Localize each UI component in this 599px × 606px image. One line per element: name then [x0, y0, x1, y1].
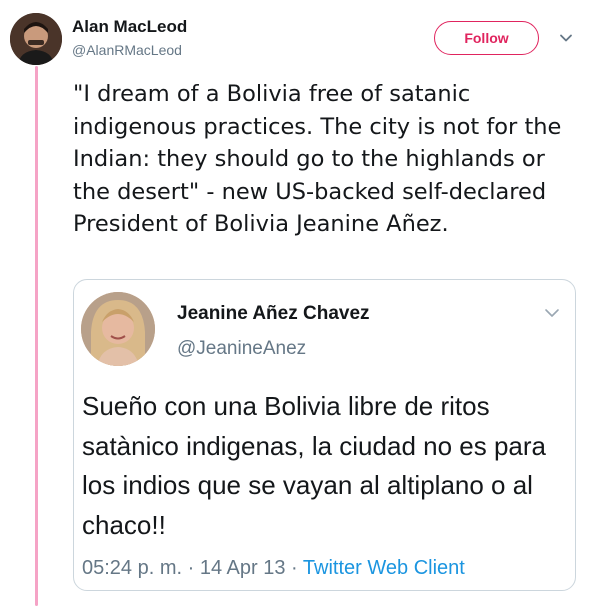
quoted-author-handle[interactable]: @JeanineAnez — [177, 338, 306, 360]
quoted-avatar[interactable] — [81, 292, 155, 366]
avatar-photo — [10, 13, 62, 65]
chevron-down-icon[interactable] — [557, 29, 575, 47]
thread-line — [35, 66, 38, 606]
author-handle[interactable]: @AlanRMacLeod — [72, 42, 182, 58]
tweet-text: "I dream of a Bolivia free of satanic in… — [73, 81, 562, 237]
quoted-chevron-down-icon[interactable] — [543, 304, 561, 322]
meta-separator: · — [187, 557, 195, 579]
quoted-tweet-card[interactable]: Jeanine Añez Chavez @JeanineAnez Sueño c… — [73, 279, 576, 591]
avatar[interactable] — [10, 13, 62, 65]
quoted-author-name[interactable]: Jeanine Añez Chavez — [177, 303, 370, 325]
quoted-time[interactable]: 05:24 p. m. — [82, 557, 182, 579]
author-name[interactable]: Alan MacLeod — [72, 17, 187, 37]
quoted-source-link[interactable]: Twitter Web Client — [303, 557, 465, 579]
meta-separator: · — [291, 557, 298, 579]
quoted-tweet-text: Sueño con una Bolivia libre de ritos sat… — [82, 391, 546, 540]
quoted-date[interactable]: 14 Apr 13 — [200, 557, 286, 579]
quoted-tweet-meta: 05:24 p. m. · 14 Apr 13 · Twitter Web Cl… — [82, 557, 465, 580]
follow-button[interactable]: Follow — [434, 21, 539, 55]
quoted-avatar-photo — [81, 292, 155, 366]
